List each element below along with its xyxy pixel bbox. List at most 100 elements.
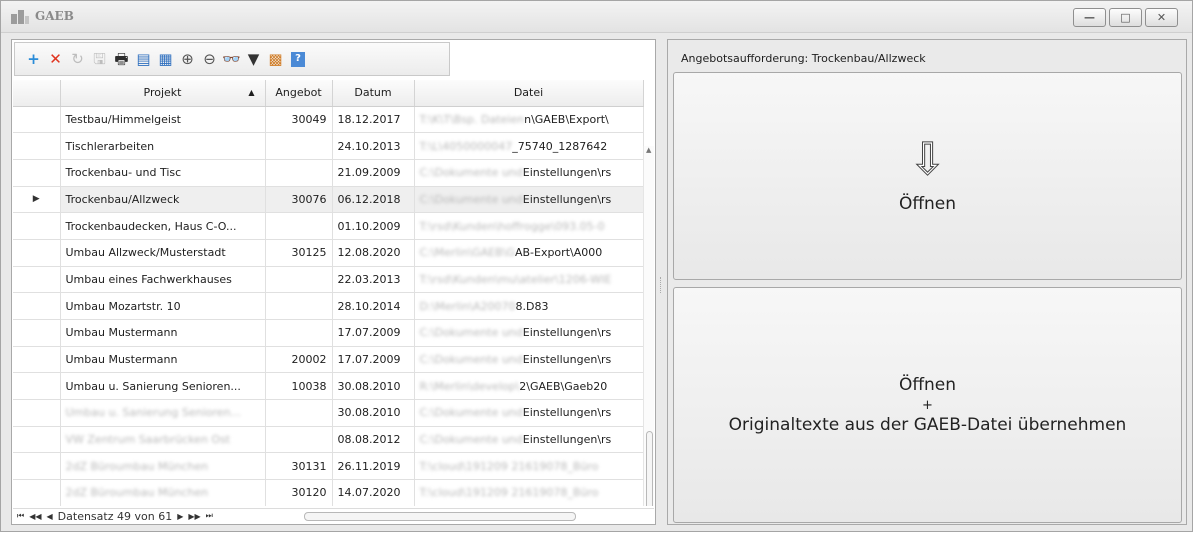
cell-projekt[interactable]: Trockenbau- und Tisc <box>60 159 266 187</box>
find-icon[interactable]: 👓 <box>221 47 242 71</box>
cell-datum[interactable]: 17.07.2009 <box>332 346 415 374</box>
cell-datei[interactable]: T:\cloud\191209 21619078_Büro <box>414 479 644 506</box>
horizontal-scroll-thumb[interactable] <box>304 512 576 521</box>
row-indicator[interactable] <box>13 292 61 320</box>
cell-projekt[interactable]: Testbau/Himmelgeist <box>60 106 266 134</box>
row-indicator[interactable] <box>13 106 61 134</box>
open-with-original-texts-button[interactable]: Öffnen + Originaltexte aus der GAEB-Date… <box>673 287 1182 523</box>
cell-datum[interactable]: 24.10.2013 <box>332 132 415 160</box>
cell-angebot[interactable] <box>265 159 333 187</box>
title-bar[interactable]: GAEB — □ ✕ <box>1 1 1192 33</box>
row-indicator[interactable] <box>13 239 61 267</box>
cell-projekt[interactable]: Umbau eines Fachwerkhauses <box>60 266 266 294</box>
cell-datei[interactable]: C:\Dokumente undEinstellungen\rs <box>414 319 644 347</box>
cell-projekt[interactable]: VW Zentrum Saarbrücken Ost <box>60 426 266 454</box>
cell-angebot[interactable] <box>265 132 333 160</box>
row-indicator[interactable] <box>13 319 61 347</box>
cell-datei[interactable]: C:\Dokumente undEinstellungen\rs <box>414 426 644 454</box>
scroll-up-icon[interactable]: ▲ <box>646 146 651 154</box>
vertical-scroll-thumb[interactable] <box>646 431 653 506</box>
next-record-icon[interactable]: ▶ <box>177 512 183 521</box>
cell-datum[interactable]: 26.11.2019 <box>332 452 415 481</box>
cell-datum[interactable]: 21.09.2009 <box>332 159 415 187</box>
previous-page-icon[interactable]: ◀◀ <box>29 512 41 521</box>
table-row[interactable]: 2dZ Büroumbau München 30120 14.07.2020 T:\c… <box>13 479 644 506</box>
column-header-projekt[interactable]: Projekt ▲ <box>60 80 266 107</box>
table-row[interactable]: Tischlerarbeiten 24.10.2013 T:\L\405000004… <box>13 132 644 160</box>
help-icon[interactable]: ? <box>291 51 305 67</box>
close-button[interactable]: ✕ <box>1145 8 1178 27</box>
table-row[interactable]: Trockenbau- und Tisc 21.09.2009 C:\Dokumen… <box>13 159 644 187</box>
table-row[interactable]: Umbau Allzweck/Musterstadt 30125 12.08.202… <box>13 239 644 267</box>
cell-datum[interactable]: 22.03.2013 <box>332 266 415 294</box>
cell-angebot[interactable]: 20002 <box>265 346 333 374</box>
next-page-icon[interactable]: ▶▶ <box>188 512 200 521</box>
row-indicator[interactable] <box>13 132 61 160</box>
print-preview-icon[interactable]: ▤ <box>133 47 154 71</box>
zoom-out-icon[interactable]: ⊖ <box>199 47 220 71</box>
cell-angebot[interactable]: 30049 <box>265 106 333 134</box>
cell-angebot[interactable] <box>265 399 333 427</box>
maximize-button[interactable]: □ <box>1109 8 1142 27</box>
minimize-button[interactable]: — <box>1073 8 1106 27</box>
row-indicator[interactable]: ▶ <box>13 186 61 214</box>
table-row[interactable]: Testbau/Himmelgeist 30049 18.12.2017 T:\K\T… <box>13 106 644 134</box>
zoom-in-icon[interactable]: ⊕ <box>177 47 198 71</box>
cell-projekt[interactable]: Umbau u. Sanierung Senioren... <box>60 372 266 401</box>
cell-projekt[interactable]: Trockenbau/Allzweck <box>60 186 266 214</box>
cell-datei[interactable]: T:\L\4050000047_75740_1287642 <box>414 132 644 160</box>
first-record-icon[interactable]: ⏮ <box>17 511 24 521</box>
cell-angebot[interactable] <box>265 212 333 240</box>
cell-datum[interactable]: 08.08.2012 <box>332 426 415 454</box>
table-row[interactable]: ▶ Trockenbau/Allzweck 30076 06.12.2018 C:\Do… <box>13 186 644 214</box>
cell-datum[interactable]: 12.08.2020 <box>332 239 415 267</box>
cell-angebot[interactable]: 30076 <box>265 186 333 214</box>
table-row[interactable]: Umbau u. Sanierung Senioren... 10038 30.08… <box>13 372 644 401</box>
cell-datei[interactable]: C:\Merlin\GAEB\GAB-Export\A000 <box>414 239 644 267</box>
row-indicator[interactable] <box>13 159 61 187</box>
cell-angebot[interactable] <box>265 266 333 294</box>
table-row[interactable]: VW Zentrum Saarbrücken Ost 08.08.2012 C:\D… <box>13 426 644 454</box>
cell-datei[interactable]: T:\rsd\Kunden\hoffrogge\093.05-0 <box>414 212 644 240</box>
table-row[interactable]: Trockenbaudecken, Haus C-O... 01.10.2009 T… <box>13 212 644 240</box>
cell-datum[interactable]: 14.07.2020 <box>332 479 415 506</box>
cell-datum[interactable]: 01.10.2009 <box>332 212 415 240</box>
print-icon[interactable]: 🖶 <box>111 47 132 71</box>
cell-datei[interactable]: R:\Merlin\develop\2\GAEB\Gaeb20 <box>414 372 644 401</box>
cell-datum[interactable]: 28.10.2014 <box>332 292 415 320</box>
cell-datum[interactable]: 30.08.2010 <box>332 399 415 427</box>
row-indicator[interactable] <box>13 399 61 427</box>
cell-angebot[interactable] <box>265 292 333 320</box>
cell-projekt[interactable]: 2dZ Büroumbau München <box>60 452 266 481</box>
vertical-scrollbar[interactable]: ▲ ▼ <box>643 146 654 506</box>
cell-datum[interactable]: 17.07.2009 <box>332 319 415 347</box>
cell-projekt[interactable]: 2dZ Büroumbau München <box>60 479 266 506</box>
add-icon[interactable]: + <box>23 47 44 71</box>
cell-projekt[interactable]: Umbau u. Sanierung Senioren... <box>60 399 266 427</box>
cell-angebot[interactable]: 30131 <box>265 452 333 481</box>
cell-projekt[interactable]: Tischlerarbeiten <box>60 132 266 160</box>
cell-projekt[interactable]: Umbau Mustermann <box>60 319 266 347</box>
table-row[interactable]: Umbau Mustermann 17.07.2009 C:\Dokumente u… <box>13 319 644 347</box>
row-indicator[interactable] <box>13 372 61 401</box>
column-header-angebot[interactable]: Angebot <box>265 80 333 107</box>
save-icon[interactable]: 🖫 <box>89 47 110 71</box>
cell-angebot[interactable] <box>265 426 333 454</box>
panel-splitter[interactable] <box>658 39 664 525</box>
cell-projekt[interactable]: Trockenbaudecken, Haus C-O... <box>60 212 266 240</box>
cell-datei[interactable]: C:\Dokumente undEinstellungen\rs <box>414 399 644 427</box>
row-indicator[interactable] <box>13 346 61 374</box>
open-button[interactable]: ⇩ Öffnen <box>673 72 1182 280</box>
cell-datei[interactable]: C:\Dokumente undEinstellungen\rs <box>414 346 644 374</box>
cell-angebot[interactable]: 10038 <box>265 372 333 401</box>
cell-projekt[interactable]: Umbau Mozartstr. 10 <box>60 292 266 320</box>
table-row[interactable]: Umbau Mozartstr. 10 28.10.2014 D:\Merlin\A… <box>13 292 644 320</box>
undo-icon[interactable]: ↻ <box>67 47 88 71</box>
row-indicator[interactable] <box>13 212 61 240</box>
last-record-icon[interactable]: ⏭ <box>206 511 213 521</box>
delete-icon[interactable]: ✕ <box>45 47 66 71</box>
cell-angebot[interactable]: 30125 <box>265 239 333 267</box>
table-row[interactable]: 2dZ Büroumbau München 30131 26.11.2019 T:\c… <box>13 452 644 481</box>
grid-settings-icon[interactable]: ▩ <box>265 47 286 71</box>
cell-projekt[interactable]: Umbau Allzweck/Musterstadt <box>60 239 266 267</box>
